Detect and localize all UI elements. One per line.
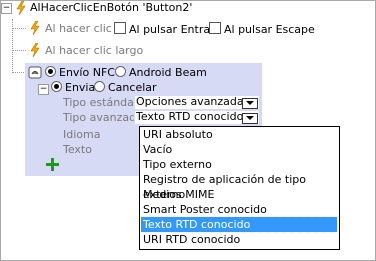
collapse-toggle[interactable]: − xyxy=(38,84,49,95)
chevron-down-icon[interactable] xyxy=(242,98,258,109)
advanced-type-dropdown-list[interactable]: URI absoluto Vacío Tipo externo Registro… xyxy=(139,126,340,250)
cancel-label: Cancelar xyxy=(108,81,157,94)
standard-type-value: Opciones avanzadas xyxy=(136,95,250,108)
nfc-icon xyxy=(28,66,42,79)
advanced-type-label: Tipo avanzado xyxy=(63,111,143,124)
checkbox-box[interactable] xyxy=(114,22,126,34)
dropdown-option[interactable]: Registro de aplicación de tipo externo xyxy=(141,172,337,201)
collapse-toggle[interactable]: − xyxy=(1,3,12,14)
on-enter-label: Al pulsar Entrar xyxy=(129,23,215,36)
nfc-send-label: Envío NFC xyxy=(59,66,115,79)
dropdown-option[interactable]: Smart Poster conocido xyxy=(141,202,337,217)
dropdown-option[interactable]: URI RTD conocido xyxy=(141,232,337,247)
dropdown-option[interactable]: URI absoluto xyxy=(141,127,337,142)
standard-type-label: Tipo estándar xyxy=(63,96,139,109)
lightning-bolt-icon xyxy=(30,43,40,57)
plus-icon[interactable] xyxy=(46,158,59,171)
on-enter-checkbox[interactable]: Al pulsar Entrar xyxy=(114,22,215,36)
tree-line xyxy=(12,72,24,73)
on-escape-checkbox[interactable]: Al pulsar Escape xyxy=(209,22,315,36)
tree-line xyxy=(12,50,26,51)
standard-type-select[interactable]: Opciones avanzadas xyxy=(134,95,260,110)
radio-button[interactable] xyxy=(115,66,126,77)
advanced-type-select[interactable]: Texto RTD conocido xyxy=(134,110,260,125)
event-on-click-label: Al hacer clic xyxy=(45,22,112,35)
text-label: Texto xyxy=(63,143,92,156)
android-beam-label: Android Beam xyxy=(129,66,207,79)
android-beam-option[interactable]: Android Beam xyxy=(115,66,207,79)
send-option[interactable]: Enviar xyxy=(51,81,100,94)
on-escape-label: Al pulsar Escape xyxy=(224,23,315,36)
dropdown-option[interactable]: Tipo externo xyxy=(141,157,337,172)
radio-button[interactable] xyxy=(94,81,105,92)
event-long-click-label: Al hacer clic largo xyxy=(45,44,144,57)
lightning-bolt-icon xyxy=(30,21,40,35)
radio-button[interactable] xyxy=(45,66,56,77)
advanced-type-value: Texto RTD conocido xyxy=(136,110,244,123)
language-label: Idioma xyxy=(63,128,101,141)
checkbox-box[interactable] xyxy=(209,22,221,34)
radio-button[interactable] xyxy=(51,81,62,92)
nfc-send-option[interactable]: Envío NFC xyxy=(45,66,115,79)
chevron-down-icon[interactable] xyxy=(242,113,258,124)
lightning-bolt-icon xyxy=(16,1,26,15)
event-root-title: AlHacerClicEnBotón 'Button2' xyxy=(30,1,193,14)
cancel-option[interactable]: Cancelar xyxy=(94,81,157,94)
tree-line xyxy=(12,28,26,29)
dropdown-option[interactable]: Medios MIME xyxy=(141,187,337,202)
dropdown-option[interactable]: Vacío xyxy=(141,142,337,157)
dropdown-option-selected[interactable]: Texto RTD conocido xyxy=(140,216,338,233)
